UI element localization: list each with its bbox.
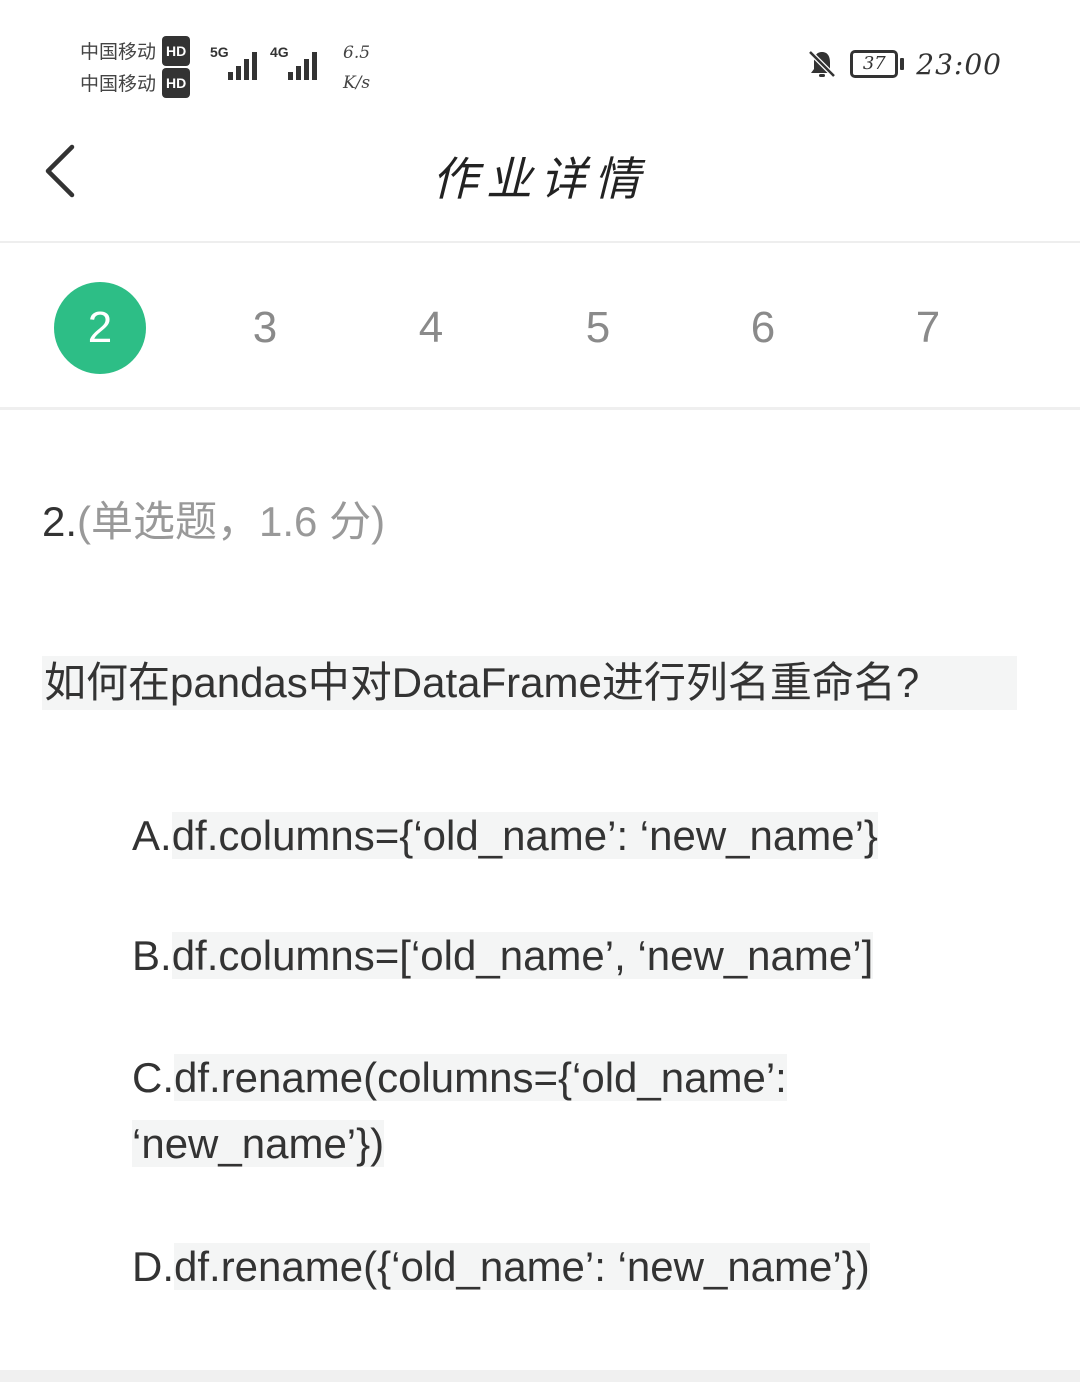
option-c[interactable]: C.df.rename(columns={‘old_name’: ‘new_na… bbox=[132, 1045, 852, 1177]
signal-bars-icon bbox=[228, 46, 262, 80]
tab-question-2[interactable]: 2 bbox=[54, 282, 146, 374]
hd-badge-1: HD bbox=[162, 36, 191, 66]
hd-badge-2: HD bbox=[162, 68, 191, 98]
option-text: df.rename(columns={‘old_name’: ‘new_name… bbox=[132, 1054, 787, 1167]
option-text: df.columns={‘old_name’: ‘new_name’} bbox=[171, 812, 878, 859]
question-header: 2.(单选题，1.6 分) bbox=[42, 488, 385, 549]
network-speed: 6.5 K/s bbox=[343, 38, 370, 98]
question-text: 如何在pandas中对DataFrame进行列名重命名? bbox=[42, 656, 1017, 710]
option-letter: C. bbox=[132, 1054, 174, 1101]
carrier-info: 中国移动 HD 中国移动 HD bbox=[80, 36, 191, 100]
carrier-line-2: 中国移动 HD bbox=[80, 68, 191, 100]
speed-unit: K/s bbox=[343, 73, 371, 93]
option-letter: B. bbox=[132, 932, 172, 979]
signal-5g-label: 5G bbox=[210, 44, 229, 60]
page-title: 作业详情 bbox=[432, 152, 648, 206]
option-text: df.rename({‘old_name’: ‘new_name’}) bbox=[174, 1243, 870, 1290]
status-bar: 中国移动 HD 中国移动 HD 5G 4G 6.5 K/s 37 23:00 bbox=[0, 0, 1080, 115]
battery-level: 37 bbox=[850, 50, 899, 78]
question-number: 2. bbox=[42, 498, 78, 545]
tab-question-4[interactable]: 4 bbox=[385, 282, 477, 374]
bottom-divider bbox=[0, 1370, 1080, 1382]
option-letter: D. bbox=[132, 1243, 174, 1290]
tab-question-6[interactable]: 6 bbox=[717, 282, 809, 374]
question-number-tabs: 2 3 4 5 6 7 bbox=[0, 244, 1080, 410]
question-meta: (单选题，1.6 分) bbox=[77, 498, 386, 545]
signal-4g-label: 4G bbox=[270, 44, 289, 60]
bell-off-icon bbox=[808, 50, 837, 78]
clock-time: 23:00 bbox=[916, 47, 1002, 81]
option-b[interactable]: B.df.columns=[‘old_name’, ‘new_name’] bbox=[132, 923, 874, 989]
speed-value: 6.5 bbox=[343, 43, 371, 63]
tab-question-3[interactable]: 3 bbox=[219, 282, 311, 374]
app-header: 作业详情 bbox=[0, 115, 1080, 243]
carrier-name-2: 中国移动 bbox=[80, 73, 157, 95]
status-right: 37 23:00 bbox=[806, 44, 1002, 84]
tab-question-5[interactable]: 5 bbox=[552, 282, 644, 374]
option-d[interactable]: D.df.rename({‘old_name’: ‘new_name’}) bbox=[132, 1234, 870, 1300]
tab-question-7[interactable]: 7 bbox=[882, 282, 974, 374]
battery-icon: 37 bbox=[850, 50, 905, 78]
carrier-line-1: 中国移动 HD bbox=[80, 36, 191, 68]
option-a[interactable]: A.df.columns={‘old_name’: ‘new_name’} bbox=[132, 803, 878, 869]
option-letter: A. bbox=[132, 812, 172, 859]
carrier-name-1: 中国移动 bbox=[80, 41, 157, 63]
option-text: df.columns=[‘old_name’, ‘new_name’] bbox=[171, 932, 874, 979]
signal-bars-icon bbox=[288, 46, 322, 80]
